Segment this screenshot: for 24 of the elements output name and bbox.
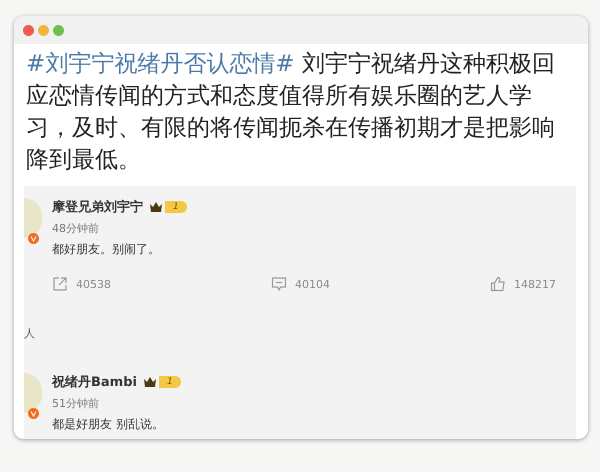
hashtag-link[interactable]: #刘宇宁祝绪丹否认恋情# <box>26 51 295 77</box>
thumbs-up-icon[interactable] <box>490 276 506 292</box>
avatar[interactable] <box>24 373 42 413</box>
maximize-icon[interactable] <box>53 24 64 36</box>
level-badge: 1 <box>159 376 181 388</box>
post-text: #刘宇宁祝绪丹否认恋情# 刘宇宁祝绪丹这种积极回应恋情传闻的方式和态度值得所有娱乐圈的艺人学习，及时、有限的将传闻扼杀在传播初期才是把影响降到最低。 <box>25 50 556 175</box>
comment-text: 都是好朋友 别乱说。 <box>52 416 165 433</box>
section-label: 人 <box>24 326 36 342</box>
comment-text: 都好朋友。别闹了。 <box>52 241 161 258</box>
close-icon[interactable] <box>23 24 34 36</box>
post-time: 51分钟前 <box>52 396 100 411</box>
user-name[interactable]: 摩登兄弟刘宇宁 <box>52 198 143 216</box>
comment-icon[interactable] <box>271 276 287 292</box>
level-badge: 1 <box>165 201 187 213</box>
crown-icon <box>143 376 157 388</box>
action-count: 148217 <box>514 278 556 290</box>
share-icon[interactable] <box>52 276 68 292</box>
minimize-icon[interactable] <box>38 24 49 36</box>
post-time: 48分钟前 <box>52 221 100 236</box>
action-count: 40104 <box>295 278 330 290</box>
user-name[interactable]: 祝绪丹Bambi <box>52 373 137 391</box>
avatar[interactable] <box>24 198 42 238</box>
crown-icon <box>149 201 163 213</box>
action-count: 40538 <box>76 278 111 290</box>
